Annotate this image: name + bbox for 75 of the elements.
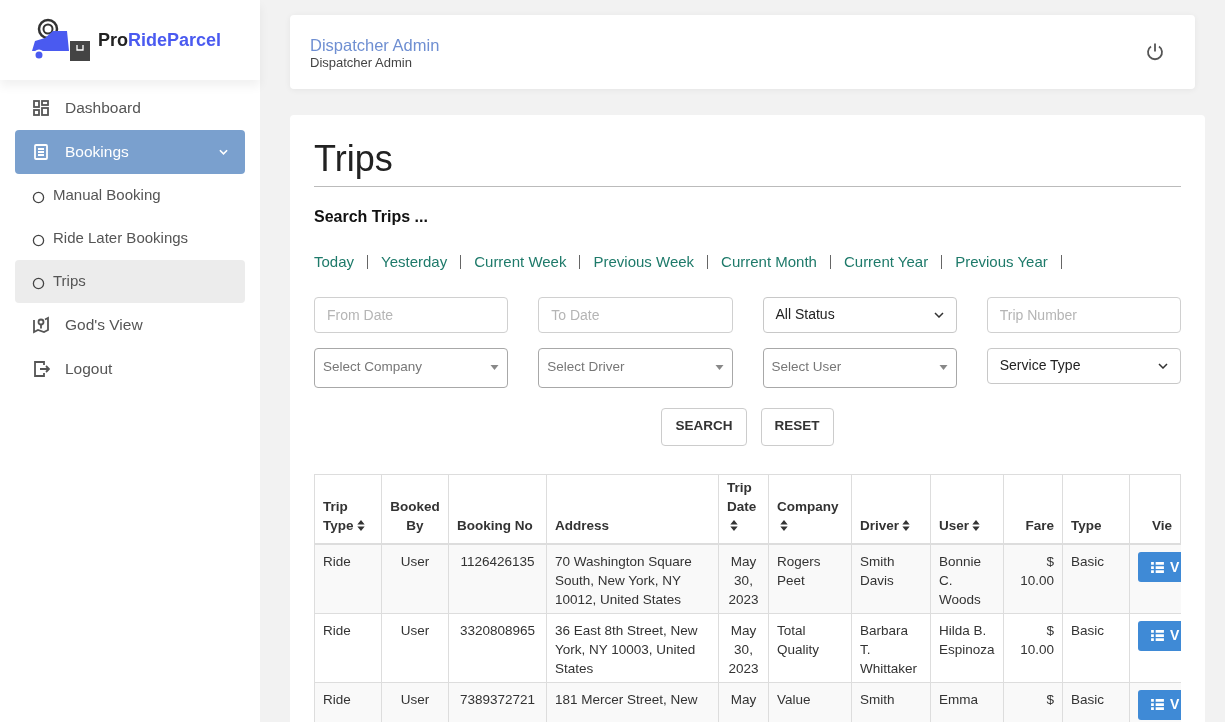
nav-subitem[interactable]: Trips (15, 260, 245, 303)
table-cell: Ride (314, 544, 382, 613)
table-cell: $ 10.00 (1003, 544, 1063, 613)
sort-icon[interactable] (972, 520, 981, 531)
table-cell: Smith Davis (851, 544, 931, 613)
text-field[interactable]: Trip Number (986, 296, 1181, 333)
logout-icon (32, 360, 50, 378)
table-cell: May 30, 2023 (718, 613, 769, 682)
table-cell: $ 10.00 (1003, 613, 1063, 682)
chevron-down-icon (1158, 362, 1168, 369)
date-filter-link[interactable]: Previous Week (593, 251, 695, 274)
table-cell: Ride (314, 613, 382, 682)
select-field[interactable]: Service Type (986, 347, 1181, 384)
sort-icon[interactable] (902, 520, 911, 531)
nav-subitem[interactable]: Ride Later Bookings (15, 217, 245, 260)
section-heading: Search Trips ... (314, 207, 429, 227)
select-field[interactable]: Select Company (314, 347, 509, 388)
text-field[interactable]: To Date (538, 296, 733, 333)
table-cell: Hilda B. Espinoza (930, 613, 1004, 682)
user-title: Dispatcher Admin (310, 34, 440, 55)
select-field[interactable]: All Status (762, 296, 957, 333)
nav-subitem[interactable]: Manual Booking (15, 174, 245, 217)
sort-icon[interactable] (780, 520, 788, 531)
caret-down-icon (490, 365, 500, 370)
table-cell: Barbara T. Whittaker (851, 613, 931, 682)
nav-item[interactable]: Logout (15, 347, 245, 391)
table-cell: Ride (314, 682, 382, 722)
table-cell: 1126426135 (448, 544, 547, 613)
date-filter-link[interactable]: Today (314, 251, 355, 274)
date-filter-link[interactable]: Current Week (474, 251, 567, 274)
filter-button[interactable]: SEARCH (661, 407, 747, 446)
circle-icon (32, 233, 45, 247)
date-filter-link[interactable]: Previous Year (955, 251, 1048, 274)
chevron-icon (219, 149, 228, 155)
table-cell: Basic (1062, 613, 1130, 682)
list-icon (1151, 699, 1164, 710)
view-button[interactable]: V (1138, 620, 1181, 651)
map-pin-icon (32, 316, 50, 334)
table-cell: User (381, 544, 449, 613)
power-icon[interactable] (1145, 42, 1165, 62)
circle-icon (32, 190, 45, 204)
nav-item[interactable]: Dashboard (15, 86, 245, 130)
table-cell: May 30, 2023 (718, 544, 769, 613)
list-icon (1151, 561, 1164, 573)
date-filter-link[interactable]: Yesterday (381, 251, 448, 274)
filter-button[interactable]: RESET (760, 407, 834, 446)
date-filter-link[interactable]: Current Year (843, 251, 929, 274)
nav-item[interactable]: God's View (15, 303, 245, 347)
table-cell: 3320808965 (448, 613, 547, 682)
car-parcel-logo-icon (30, 17, 92, 63)
select-field[interactable]: Select Driver (538, 347, 733, 388)
view-button[interactable]: V (1138, 689, 1181, 720)
date-filter-link[interactable]: Current Month (721, 251, 817, 274)
table-cell: Rogers Peet (768, 544, 852, 613)
brand-name: ProRideParcel (98, 28, 222, 52)
page-title: Trips (314, 137, 1181, 187)
user-role: Dispatcher Admin (310, 54, 413, 70)
view-button[interactable]: V (1138, 552, 1181, 582)
sort-icon[interactable] (356, 520, 365, 531)
list-icon (1151, 630, 1164, 641)
table-cell: Basic (1062, 544, 1130, 613)
table-cell: Bonnie C. Woods (930, 544, 1004, 613)
sort-icon[interactable] (730, 520, 738, 531)
table-cell: 36 East 8th Street, New York, NY 10003, United States (546, 613, 719, 682)
circle-icon (32, 276, 45, 290)
text-field[interactable]: From Date (314, 296, 509, 333)
chevron-down-icon (933, 311, 944, 318)
caret-down-icon (938, 365, 948, 370)
document-icon (32, 143, 50, 161)
caret-down-icon (714, 365, 724, 370)
select-field[interactable]: Select User (762, 347, 957, 388)
table-cell: User (381, 613, 449, 682)
table-cell: 70 Washington Square South, New York, NY 10012, United States (546, 544, 719, 613)
table-cell: Total Quality (768, 613, 852, 682)
grid-icon (32, 99, 50, 117)
